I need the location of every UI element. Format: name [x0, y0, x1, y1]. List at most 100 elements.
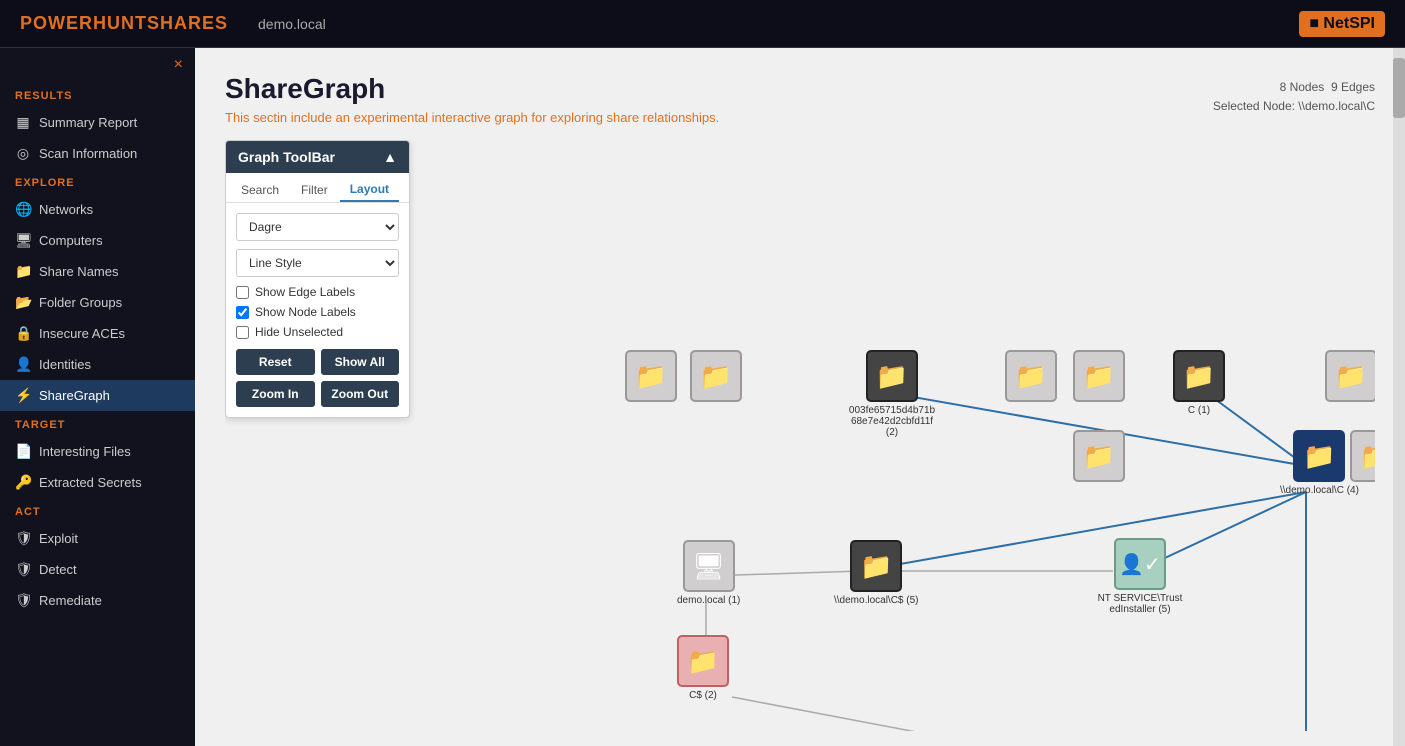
sidebar-section-results: RESULTS ▦ Summary Report ◎ Scan Informat… — [0, 82, 195, 169]
sidebar-item-label: Networks — [39, 202, 93, 217]
edge-labels-checkbox[interactable] — [236, 286, 249, 299]
node-icon: 📁 — [850, 540, 902, 592]
graph-node-17[interactable]: 👤✓ NT SERVICE\TrustedInstaller (5) — [1095, 538, 1185, 615]
node-icon: 📁 — [1173, 350, 1225, 402]
brand-logo: POWERHUNTSHARES — [20, 13, 228, 34]
node-icon: 📁 — [1073, 350, 1125, 402]
sidebar-item-identities[interactable]: 👤 Identities — [0, 349, 195, 380]
section-label-explore: EXPLORE — [0, 169, 195, 194]
hide-unselected-checkbox[interactable] — [236, 326, 249, 339]
checkbox-edge-labels[interactable]: Show Edge Labels — [236, 285, 399, 299]
page-subtitle: This sectin include an experimental inte… — [225, 110, 1375, 125]
sidebar-item-label: Computers — [39, 233, 103, 248]
sidebar-item-label: Summary Report — [39, 115, 137, 130]
node-label: NT SERVICE\TrustedInstaller (5) — [1095, 593, 1185, 615]
detect-icon: 🛡 — [15, 561, 31, 578]
zoom-in-button[interactable]: Zoom In — [236, 381, 315, 407]
computers-icon: 🖥 — [15, 232, 31, 249]
sidebar-item-extracted-secrets[interactable]: 🔑 Extracted Secrets — [0, 467, 195, 498]
node-icon: 📁 — [1073, 430, 1125, 482]
zoom-out-button[interactable]: Zoom Out — [321, 381, 400, 407]
section-label-act: ACT — [0, 498, 195, 523]
show-all-button[interactable]: Show All — [321, 349, 400, 375]
sidebar-item-summary-report[interactable]: ▦ Summary Report — [0, 107, 195, 138]
node-label: C (1) — [1188, 405, 1210, 416]
sidebar-item-label: Interesting Files — [39, 444, 131, 459]
line-style-select[interactable]: Line Style Curved Straight — [236, 249, 399, 277]
sidebar-item-folder-groups[interactable]: 📂 Folder Groups — [0, 287, 195, 318]
node-icon: 📁 — [1293, 430, 1345, 482]
toolbar-body: Dagre Circle Grid Random Line Style Curv… — [226, 203, 409, 417]
node-label: C$ (2) — [689, 690, 717, 701]
checkbox-hide-unselected[interactable]: Hide Unselected — [236, 325, 399, 339]
sidebar-item-interesting-files[interactable]: 📄 Interesting Files — [0, 436, 195, 467]
node-icon: 📁 — [1325, 350, 1375, 402]
tab-search[interactable]: Search — [231, 178, 289, 202]
toolbar-title: Graph ToolBar — [238, 149, 335, 165]
sidebar-item-label: Remediate — [39, 593, 102, 608]
netspi-logo: ■ NetSPI — [1299, 11, 1385, 37]
node-icon: 📁 — [677, 635, 729, 687]
toolbar-collapse-icon[interactable]: ▲ — [383, 149, 397, 165]
main-content: ShareGraph This sectin include an experi… — [195, 48, 1405, 746]
graph-toolbar: Graph ToolBar ▲ Search Filter Layout Dag… — [225, 140, 410, 418]
sidebar-item-sharegraph[interactable]: ⚡ ShareGraph — [0, 380, 195, 411]
graph-node-10[interactable]: 📁 — [1073, 430, 1125, 482]
graph-node-3[interactable]: 📁 003fe65715d4b71b68e7e42d2cbfd11f (2) — [847, 350, 937, 438]
networks-icon: 🌐 — [15, 201, 31, 218]
node-icon: 📁 — [866, 350, 918, 402]
node-labels-checkbox[interactable] — [236, 306, 249, 319]
graph-node-12[interactable]: 📁 — [1350, 430, 1375, 482]
interesting-files-icon: 📄 — [15, 443, 31, 460]
extracted-secrets-icon: 🔑 — [15, 474, 31, 491]
sidebar-item-computers[interactable]: 🖥 Computers — [0, 225, 195, 256]
identities-icon: 👤 — [15, 356, 31, 373]
graph-node-5[interactable]: 📁 — [1073, 350, 1125, 402]
reset-button[interactable]: Reset — [236, 349, 315, 375]
node-label: 003fe65715d4b71b68e7e42d2cbfd11f (2) — [847, 405, 937, 438]
section-label-results: RESULTS — [0, 82, 195, 107]
sidebar-item-detect[interactable]: 🛡 Detect — [0, 554, 195, 585]
sidebar-item-share-names[interactable]: 📁 Share Names — [0, 256, 195, 287]
toolbar-buttons-row2: Zoom In Zoom Out — [236, 381, 399, 407]
graph-node-1[interactable]: 📁 — [625, 350, 677, 402]
insecure-aces-icon: 🔒 — [15, 325, 31, 342]
summary-icon: ▦ — [15, 114, 31, 131]
graph-node-16[interactable]: 📁 \\demo.local\C$ (5) — [834, 540, 918, 606]
graph-node-6[interactable]: 📁 C (1) — [1173, 350, 1225, 416]
graph-meta: 8 Nodes 9 Edges Selected Node: \\demo.lo… — [1213, 78, 1375, 116]
toolbar-header: Graph ToolBar ▲ — [226, 141, 409, 173]
scrollbar-thumb[interactable] — [1393, 58, 1405, 118]
sidebar-item-insecure-aces[interactable]: 🔒 Insecure ACEs — [0, 318, 195, 349]
sidebar-item-scan-information[interactable]: ◎ Scan Information — [0, 138, 195, 169]
scrollbar[interactable] — [1393, 48, 1405, 746]
sharegraph-icon: ⚡ — [15, 387, 31, 404]
node-labels-label: Show Node Labels — [255, 305, 356, 319]
tab-layout[interactable]: Layout — [340, 178, 399, 202]
graph-node-7[interactable]: 📁 — [1325, 350, 1375, 402]
tab-filter[interactable]: Filter — [291, 178, 338, 202]
layout-select[interactable]: Dagre Circle Grid Random — [236, 213, 399, 241]
checkbox-node-labels[interactable]: Show Node Labels — [236, 305, 399, 319]
graph-node-18[interactable]: 📁 C$ (2) — [677, 635, 729, 701]
sidebar-item-label: Insecure ACEs — [39, 326, 125, 341]
graph-selected-node: Selected Node: \\demo.local\C — [1213, 97, 1375, 116]
page-title: ShareGraph — [225, 73, 1375, 105]
sidebar-close-button[interactable]: × — [174, 56, 183, 74]
graph-node-11[interactable]: 📁 \\demo.local\C (4) — [1280, 430, 1359, 496]
sidebar-item-label: Share Names — [39, 264, 118, 279]
graph-node-15[interactable]: 🖥 demo.local (1) — [677, 540, 740, 606]
hide-unselected-label: Hide Unselected — [255, 325, 343, 339]
node-icon: 🖥 — [683, 540, 735, 592]
graph-node-2[interactable]: 📁 — [690, 350, 742, 402]
exploit-icon: 🛡 — [15, 530, 31, 547]
node-icon: 📁 — [1350, 430, 1375, 482]
sidebar-item-label: Identities — [39, 357, 91, 372]
graph-node-4[interactable]: 📁 — [1005, 350, 1057, 402]
sidebar-item-networks[interactable]: 🌐 Networks — [0, 194, 195, 225]
node-label: demo.local (1) — [677, 595, 740, 606]
sidebar-section-explore: EXPLORE 🌐 Networks 🖥 Computers 📁 Share N… — [0, 169, 195, 411]
sidebar-item-remediate[interactable]: 🛡 Remediate — [0, 585, 195, 616]
graph-area: Graph ToolBar ▲ Search Filter Layout Dag… — [225, 140, 1375, 731]
sidebar-item-exploit[interactable]: 🛡 Exploit — [0, 523, 195, 554]
